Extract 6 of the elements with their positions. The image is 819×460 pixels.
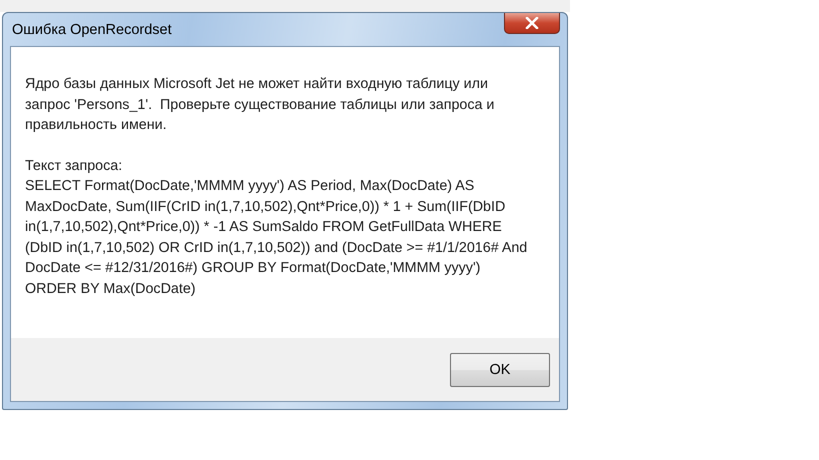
ok-button[interactable]: OK [450,352,550,386]
message-text: Ядро базы данных Microsoft Jet не может найти входную таблицу или запрос 'Persons_1'. Проверьте существование таблицы или запроса и правильность имени. [25,75,496,135]
window-title: Ошибка OpenRecordset [11,22,172,38]
close-button[interactable] [504,13,560,34]
close-icon [525,17,539,29]
message-text: Текст запроса: SELECT Format(DocDate,'MMMM yyyy') AS Period, Max(DocDate) AS MaxDocDate, Sum(IIF(CrID in(1,7,10,502),Qnt*Price,0)) * 1 + Sum(IIF(DbID in(1,7,10,502),Qnt*Price,0)) * -1 AS SumSaldo FROM GetFullData WHERE (DbID in(1,7,10,502) OR CrID in(1,7,10,502)) and (DocDate >= #1/1/2016# And DocDate <= #12/31/2016#) GROUP BY Format(DocDate,'MMMM yyyy') ORDER BY Max(DocDate) [25,156,528,298]
